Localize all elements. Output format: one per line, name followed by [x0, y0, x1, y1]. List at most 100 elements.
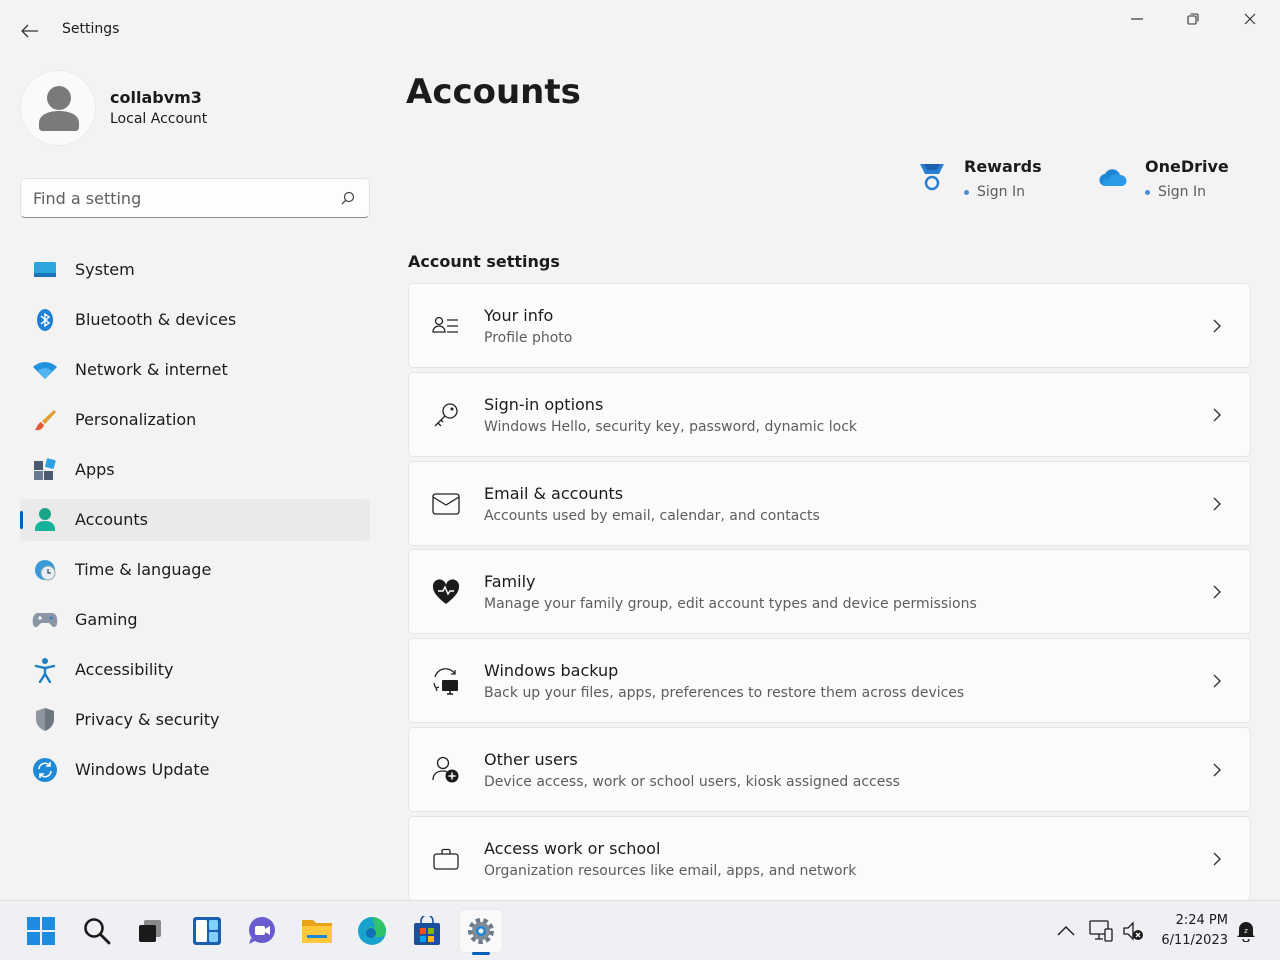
- card-title: Windows backup: [484, 661, 619, 680]
- windows-backup-card[interactable]: Windows backup Back up your files, apps,…: [408, 638, 1251, 723]
- chevron-right-icon: [1213, 674, 1221, 688]
- email-accounts-card[interactable]: Email & accounts Accounts used by email,…: [408, 461, 1251, 546]
- rewards-promo[interactable]: Rewards Sign In: [918, 154, 1068, 210]
- start-button[interactable]: [19, 909, 63, 953]
- card-subtitle: Accounts used by email, calendar, and co…: [484, 508, 820, 524]
- chevron-right-icon: [1213, 497, 1221, 511]
- sidebar-item-accessibility[interactable]: Accessibility: [20, 649, 370, 691]
- sidebar-item-label: Accounts: [75, 510, 148, 529]
- sidebar-item-personalization[interactable]: Personalization: [20, 399, 370, 441]
- sidebar-item-gaming[interactable]: Gaming: [20, 599, 370, 641]
- family-card[interactable]: Family Manage your family group, edit ac…: [408, 549, 1251, 634]
- task-view-button[interactable]: [128, 909, 172, 953]
- access-work-school-card[interactable]: Access work or school Organization resou…: [408, 816, 1251, 901]
- app-title: Settings: [62, 21, 120, 37]
- update-icon: [32, 758, 58, 782]
- chevron-up-icon: [1057, 926, 1075, 936]
- card-title: Sign-in options: [484, 395, 604, 414]
- card-title: Family: [484, 572, 536, 591]
- chevron-right-icon: [1213, 408, 1221, 422]
- sidebar-item-apps[interactable]: Apps: [20, 449, 370, 491]
- sidebar-item-bluetooth[interactable]: Bluetooth & devices: [20, 299, 370, 341]
- sidebar-item-label: Privacy & security: [75, 710, 220, 729]
- taskbar-search-button[interactable]: [75, 909, 119, 953]
- user-name: collabvm3: [110, 88, 202, 107]
- mail-icon: [431, 489, 461, 519]
- sidebar-item-label: Network & internet: [75, 360, 228, 379]
- minimize-button[interactable]: [1109, 0, 1165, 38]
- sign-in-options-card[interactable]: Sign-in options Windows Hello, security …: [408, 372, 1251, 457]
- chevron-right-icon: [1213, 319, 1221, 333]
- notification-center-button[interactable]: z: [1234, 919, 1258, 943]
- search-box[interactable]: [20, 178, 370, 218]
- card-subtitle: Device access, work or school users, kio…: [484, 774, 900, 790]
- widgets-button[interactable]: [185, 909, 229, 953]
- bluetooth-icon: [32, 308, 58, 332]
- restore-button[interactable]: [1165, 0, 1221, 38]
- edge-button[interactable]: [350, 909, 394, 953]
- store-button[interactable]: [405, 909, 449, 953]
- user-avatar-icon: [39, 86, 79, 131]
- key-icon: [431, 400, 461, 430]
- search-input[interactable]: [33, 187, 323, 209]
- brush-icon: [32, 408, 58, 432]
- show-hidden-icons-button[interactable]: [1054, 919, 1078, 943]
- card-title: Email & accounts: [484, 484, 624, 503]
- edge-icon: [358, 917, 386, 945]
- widgets-icon: [193, 917, 221, 945]
- sidebar-item-label: Bluetooth & devices: [75, 310, 237, 329]
- sidebar-item-label: Time & language: [75, 560, 212, 579]
- sidebar-item-time-language[interactable]: Time & language: [20, 549, 370, 591]
- account-type: Local Account: [110, 111, 208, 127]
- settings-taskbar-button[interactable]: [459, 909, 503, 955]
- settings-icon: [468, 918, 494, 944]
- onedrive-promo[interactable]: OneDrive Sign In: [1099, 154, 1249, 210]
- svg-text:z: z: [1244, 927, 1248, 935]
- page-title: Accounts: [406, 72, 581, 112]
- active-app-indicator: [472, 952, 490, 955]
- chevron-right-icon: [1213, 585, 1221, 599]
- onedrive-sign-in-link[interactable]: Sign In: [1145, 184, 1206, 200]
- chevron-right-icon: [1213, 852, 1221, 866]
- minimize-icon: [1131, 18, 1143, 20]
- card-title: Your info: [484, 306, 554, 325]
- sidebar-item-label: Apps: [75, 460, 115, 479]
- sidebar-item-accounts[interactable]: Accounts: [20, 499, 370, 541]
- close-button[interactable]: [1222, 0, 1278, 38]
- search-icon[interactable]: [341, 191, 355, 205]
- chevron-right-icon: [1213, 763, 1221, 777]
- clock[interactable]: 2:24 PM 6/11/2023: [1150, 911, 1228, 951]
- task-view-icon: [139, 920, 161, 942]
- rewards-title: Rewards: [964, 157, 1042, 176]
- sidebar-item-label: Accessibility: [75, 660, 174, 679]
- your-info-card[interactable]: Your info Profile photo: [408, 283, 1251, 368]
- close-icon: [1244, 13, 1256, 25]
- sidebar-item-windows-update[interactable]: Windows Update: [20, 749, 370, 791]
- network-status-button[interactable]: [1089, 919, 1113, 943]
- store-icon: [414, 916, 440, 945]
- file-explorer-button[interactable]: [295, 909, 339, 953]
- system-icon: [32, 258, 58, 282]
- apps-icon: [32, 458, 58, 482]
- card-subtitle: Profile photo: [484, 330, 573, 346]
- card-subtitle: Back up your files, apps, preferences to…: [484, 685, 965, 701]
- sidebar-item-privacy[interactable]: Privacy & security: [20, 699, 370, 741]
- sidebar-item-label: System: [75, 260, 135, 279]
- sidebar-item-network[interactable]: Network & internet: [20, 349, 370, 391]
- family-heart-icon: [431, 577, 461, 607]
- search-icon: [84, 918, 111, 945]
- card-title: Access work or school: [484, 839, 661, 858]
- sidebar-item-system[interactable]: System: [20, 249, 370, 291]
- volume-button[interactable]: [1121, 919, 1145, 943]
- start-icon: [27, 917, 55, 945]
- section-title: Account settings: [408, 252, 560, 271]
- other-users-card[interactable]: Other users Device access, work or schoo…: [408, 727, 1251, 812]
- avatar[interactable]: [20, 70, 96, 146]
- card-title: Other users: [484, 750, 578, 769]
- file-explorer-icon: [302, 920, 332, 943]
- sidebar-item-label: Gaming: [75, 610, 138, 629]
- back-button[interactable]: [14, 16, 46, 46]
- chat-button[interactable]: [240, 909, 284, 953]
- backup-icon: [431, 666, 461, 696]
- rewards-sign-in-link[interactable]: Sign In: [964, 184, 1025, 200]
